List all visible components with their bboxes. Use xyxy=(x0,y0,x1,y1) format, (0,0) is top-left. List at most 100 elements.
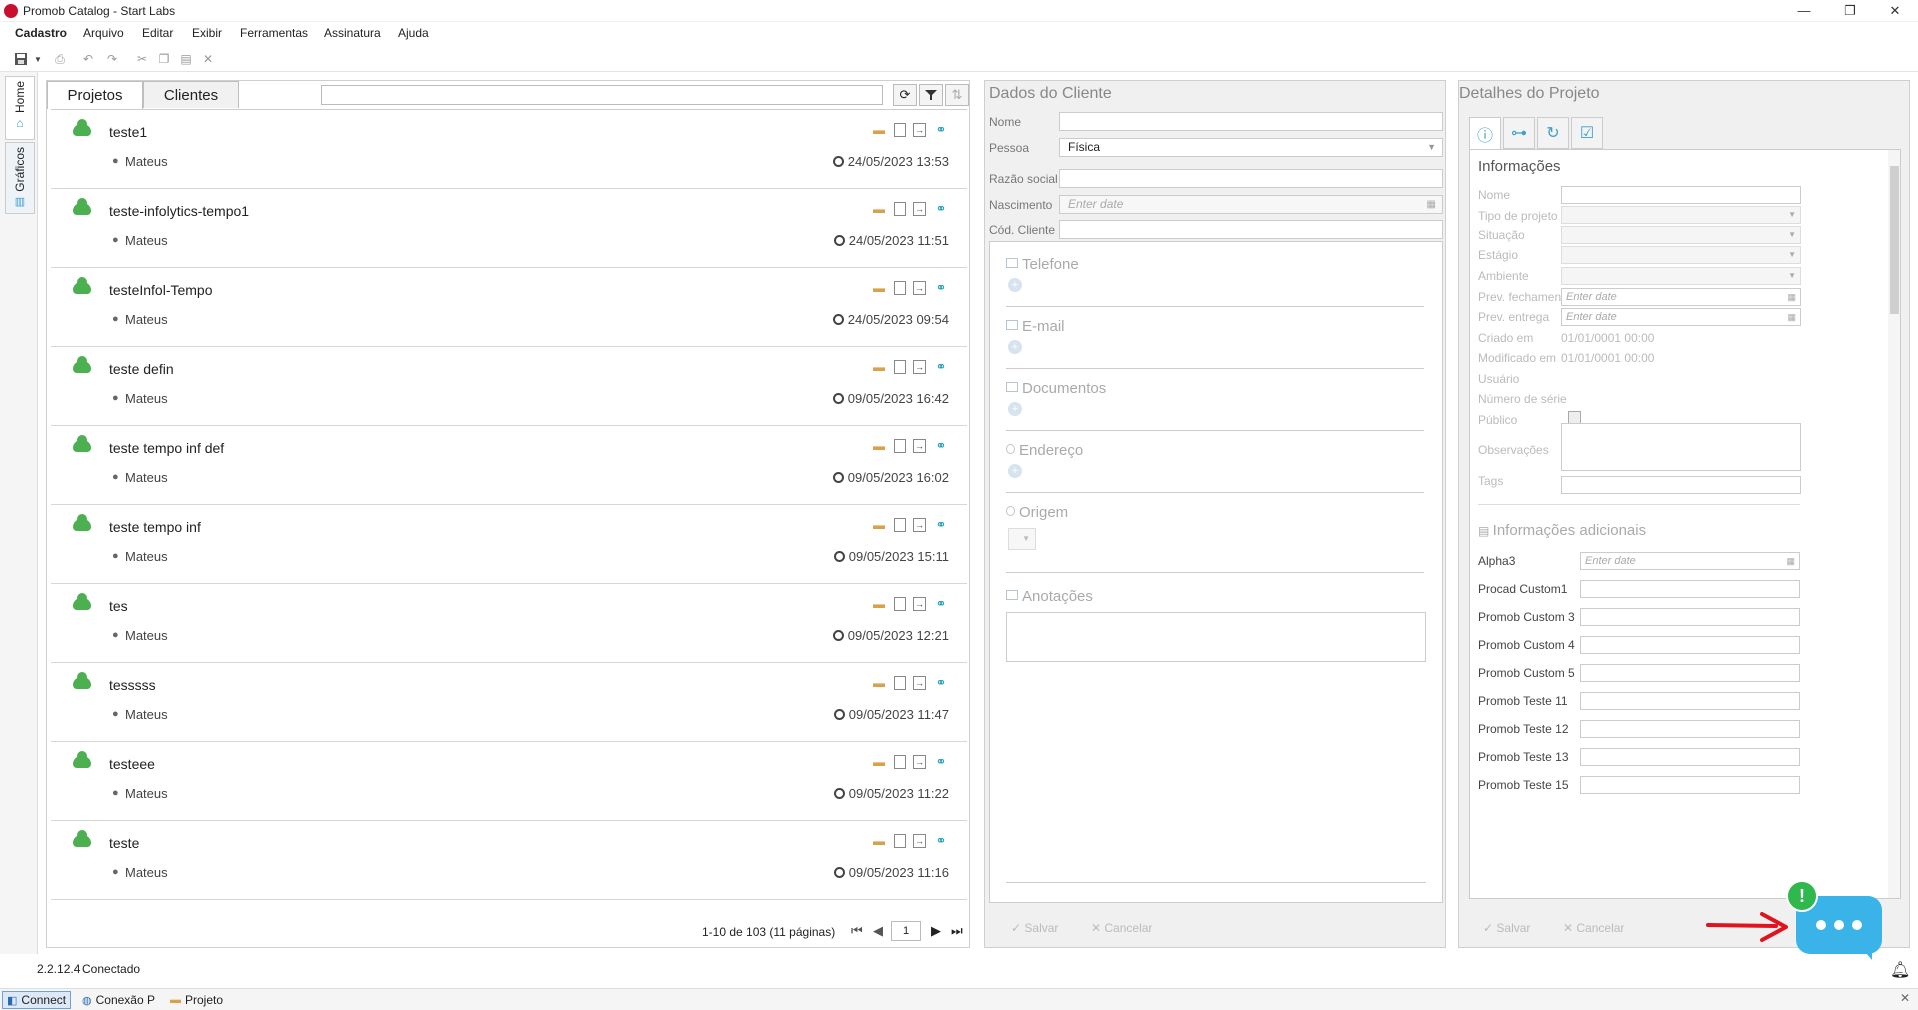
menu-assinatura[interactable]: Assinatura xyxy=(324,26,381,40)
additional-field[interactable] xyxy=(1580,692,1800,710)
calendar-icon[interactable]: ▦ xyxy=(1787,309,1796,325)
list-item[interactable]: testeee ● Mateus ▬ → ⚭ 09/05/2023 11:22 xyxy=(51,742,967,821)
calendar-icon[interactable]: ▦ xyxy=(1787,289,1796,305)
list-item[interactable]: teste tempo inf ● Mateus ▬ → ⚭ 09/05/2023 … xyxy=(51,505,967,584)
save-dropdown-icon[interactable]: ▼ xyxy=(30,51,46,67)
observacoes-textarea[interactable] xyxy=(1561,423,1801,471)
prev-fechamento-field[interactable]: Enter date ▦ xyxy=(1561,288,1801,306)
menu-ajuda[interactable]: Ajuda xyxy=(398,26,429,40)
cut-icon[interactable]: ✂ xyxy=(134,51,150,67)
export-icon[interactable]: → xyxy=(913,518,926,532)
copy-icon[interactable] xyxy=(894,518,906,532)
sort-icon[interactable]: ⇅ xyxy=(945,84,969,106)
next-page-icon[interactable]: ▶ xyxy=(931,923,941,939)
redo-icon[interactable]: ↷ xyxy=(104,51,120,67)
paste-icon[interactable]: ▤ xyxy=(178,51,194,67)
list-item[interactable]: teste ● Mateus ▬ → ⚭ 09/05/2023 11:16 xyxy=(51,821,967,900)
folder-icon[interactable]: ▬ xyxy=(871,596,887,612)
tab-clientes[interactable]: Clientes xyxy=(143,81,239,108)
calendar-icon[interactable]: ▦ xyxy=(1427,196,1436,213)
export-icon[interactable]: → xyxy=(913,202,926,216)
export-icon[interactable]: → xyxy=(913,123,926,137)
checklist-icon[interactable]: ☑ xyxy=(1571,117,1603,149)
share-icon[interactable]: ⚭ xyxy=(933,833,949,849)
copy-icon[interactable] xyxy=(894,755,906,769)
folder-icon[interactable]: ▬ xyxy=(871,833,887,849)
share-icon[interactable]: ⚭ xyxy=(933,675,949,691)
close-panel-icon[interactable]: ✕ xyxy=(1900,991,1910,1005)
prev-entrega-field[interactable]: Enter date ▦ xyxy=(1561,308,1801,326)
list-item[interactable]: tesssss ● Mateus ▬ → ⚭ 09/05/2023 11:47 xyxy=(51,663,967,742)
export-icon[interactable]: → xyxy=(913,597,926,611)
menu-ferramentas[interactable]: Ferramentas xyxy=(240,26,308,40)
undo-icon[interactable]: ↶ xyxy=(80,51,96,67)
list-item[interactable]: tes ● Mateus ▬ → ⚭ 09/05/2023 12:21 xyxy=(51,584,967,663)
client-cancel-button[interactable]: ✕ Cancelar xyxy=(1091,921,1152,935)
tags-field[interactable] xyxy=(1561,476,1801,494)
additional-field[interactable] xyxy=(1580,636,1800,654)
folder-icon[interactable]: ▬ xyxy=(871,517,887,533)
folder-icon[interactable]: ▬ xyxy=(871,675,887,691)
additional-field[interactable] xyxy=(1580,748,1800,766)
copy-icon[interactable] xyxy=(894,439,906,453)
sidebar-tab-graficos[interactable]: Gráficos ▥ xyxy=(5,142,35,214)
scrollbar-thumb[interactable] xyxy=(1890,166,1899,314)
list-item[interactable]: teste-infolytics-tempo1 ● Mateus ▬ → ⚭ 24/… xyxy=(51,189,967,268)
copy-icon[interactable]: ❐ xyxy=(156,51,172,67)
menu-cadastro[interactable]: Cadastro xyxy=(15,26,67,40)
menu-arquivo[interactable]: Arquivo xyxy=(83,26,124,40)
estagio-select[interactable]: ▼ xyxy=(1561,246,1801,264)
anotacoes-textarea[interactable] xyxy=(1006,612,1426,662)
folder-icon[interactable]: ▬ xyxy=(871,359,887,375)
menu-editar[interactable]: Editar xyxy=(142,26,173,40)
copy-icon[interactable] xyxy=(894,202,906,216)
share-icon[interactable]: ⚭ xyxy=(933,201,949,217)
list-item[interactable]: testeInfol-Tempo ● Mateus ▬ → ⚭ 24/05/2023… xyxy=(51,268,967,347)
ambiente-select[interactable]: ▼ xyxy=(1561,267,1801,285)
info-icon[interactable]: ⓘ xyxy=(1469,117,1501,149)
folder-icon[interactable]: ▬ xyxy=(871,438,887,454)
situacao-select[interactable]: ▼ xyxy=(1561,226,1801,244)
add-telefone-button[interactable]: + xyxy=(1008,278,1022,292)
bell-icon[interactable]: 🔔︎ xyxy=(1890,960,1910,980)
filter-icon[interactable] xyxy=(919,84,943,106)
folder-icon[interactable]: ▬ xyxy=(871,280,887,296)
share-icon[interactable]: ⚭ xyxy=(933,596,949,612)
razao-social-field[interactable] xyxy=(1059,169,1443,188)
folder-icon[interactable]: ▬ xyxy=(871,754,887,770)
additional-field[interactable] xyxy=(1580,664,1800,682)
list-item[interactable]: teste defin ● Mateus ▬ → ⚭ 09/05/2023 16:4… xyxy=(51,347,967,426)
save-icon[interactable] xyxy=(13,51,29,67)
details-save-button[interactable]: ✓ Salvar xyxy=(1483,921,1530,935)
cod-cliente-field[interactable] xyxy=(1059,220,1443,239)
project-name-field[interactable] xyxy=(1561,186,1801,204)
nascimento-field[interactable]: Enter date ▦ xyxy=(1059,195,1443,214)
share-icon[interactable]: ⚭ xyxy=(933,122,949,138)
additional-field[interactable] xyxy=(1580,580,1800,598)
export-icon[interactable]: → xyxy=(913,281,926,295)
menu-exibir[interactable]: Exibir xyxy=(192,26,222,40)
list-item[interactable]: teste1 ● Mateus ▬ → ⚭ 24/05/2023 13:53 xyxy=(51,110,967,189)
additional-field[interactable] xyxy=(1580,608,1800,626)
sidebar-tab-home[interactable]: Home ⌂ xyxy=(5,76,35,140)
pessoa-select[interactable]: Física ▼ xyxy=(1059,138,1443,157)
export-icon[interactable]: → xyxy=(913,439,926,453)
folder-icon[interactable]: ▬ xyxy=(871,122,887,138)
nome-field[interactable] xyxy=(1059,112,1443,131)
copy-icon[interactable] xyxy=(894,123,906,137)
share-icon[interactable]: ⚭ xyxy=(933,438,949,454)
client-save-button[interactable]: ✓ Salvar xyxy=(1011,921,1058,935)
page-number-input[interactable]: 1 xyxy=(891,921,921,941)
copy-icon[interactable] xyxy=(894,676,906,690)
copy-icon[interactable] xyxy=(894,834,906,848)
calendar-icon[interactable]: ▦ xyxy=(1786,553,1795,569)
copy-icon[interactable] xyxy=(894,360,906,374)
add-email-button[interactable]: + xyxy=(1008,340,1022,354)
alpha3-field[interactable]: Enter date ▦ xyxy=(1580,552,1800,570)
folder-icon[interactable]: ▬ xyxy=(871,201,887,217)
chat-notification-badge[interactable]: ! xyxy=(1786,880,1818,912)
tipo-projeto-select[interactable]: ▼ xyxy=(1561,206,1801,224)
refresh-icon[interactable]: ⟳ xyxy=(893,84,917,106)
share-icon[interactable]: ⚭ xyxy=(933,280,949,296)
origem-select[interactable]: ▼ xyxy=(1008,528,1036,550)
